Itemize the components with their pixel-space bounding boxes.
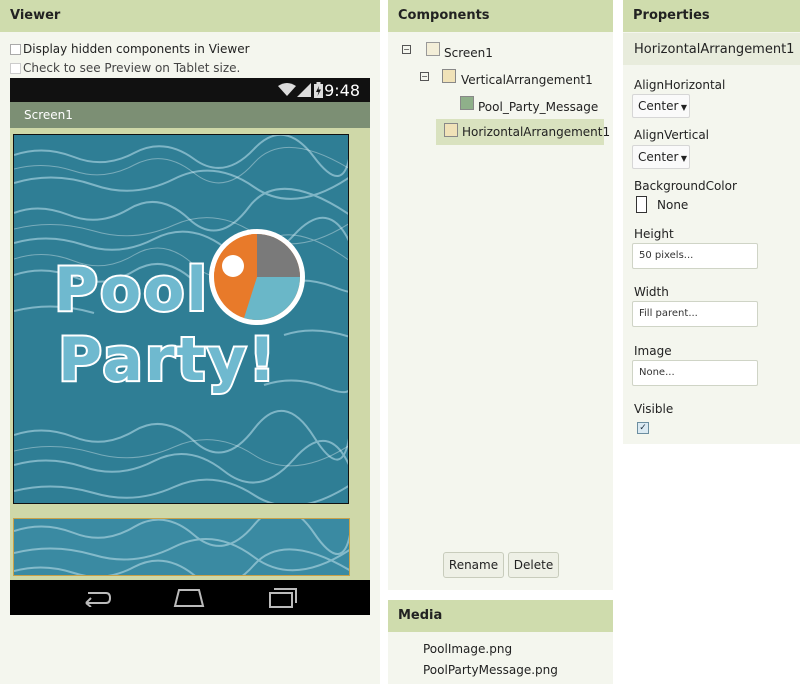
image-icon bbox=[460, 96, 474, 110]
battery-icon bbox=[314, 82, 323, 98]
hidden-components-checkbox[interactable] bbox=[10, 44, 21, 55]
align-horizontal-label: AlignHorizontal bbox=[634, 78, 726, 92]
screen-canvas: Pool Party! bbox=[10, 128, 370, 580]
recents-icon[interactable] bbox=[268, 587, 298, 609]
media-title: Media bbox=[388, 600, 613, 632]
media-file-pool-image[interactable]: PoolImage.png bbox=[423, 642, 512, 656]
properties-panel: Properties HorizontalArrangement1 AlignH… bbox=[623, 0, 800, 444]
screen-title-bar: Screen1 bbox=[10, 102, 370, 128]
horizontal-arrangement-icon bbox=[444, 123, 458, 137]
properties-title: Properties bbox=[623, 0, 800, 32]
image-label: Image bbox=[634, 344, 672, 358]
visible-checkbox[interactable]: ✓ bbox=[637, 422, 649, 434]
collapse-screen1-icon[interactable]: − bbox=[402, 45, 411, 54]
pool-party-text-line2: Party! bbox=[56, 323, 278, 397]
align-vertical-value: Center bbox=[638, 150, 679, 164]
height-label: Height bbox=[634, 227, 674, 241]
viewer-title: Viewer bbox=[0, 0, 380, 32]
width-field[interactable]: Fill parent... bbox=[632, 301, 758, 327]
media-file-pool-party-message[interactable]: PoolPartyMessage.png bbox=[423, 663, 558, 677]
tree-item-verticalarrangement1[interactable]: VerticalArrangement1 bbox=[461, 71, 593, 89]
hidden-components-label: Display hidden components in Viewer bbox=[23, 42, 250, 56]
align-vertical-label: AlignVertical bbox=[634, 128, 710, 142]
media-panel: Media PoolImage.png PoolPartyMessage.png bbox=[388, 600, 613, 684]
components-panel: Components − Screen1 − VerticalArrangeme… bbox=[388, 0, 613, 590]
status-bar: 9:48 bbox=[10, 78, 370, 102]
vertical-arrangement-icon bbox=[442, 69, 456, 83]
vertical-arrangement-preview[interactable]: Pool Party! bbox=[13, 134, 349, 504]
tree-item-pool-party-message[interactable]: Pool_Party_Message bbox=[478, 98, 598, 116]
align-horizontal-value: Center bbox=[638, 99, 679, 113]
phone-preview: 9:48 Screen1 Pool Party! bbox=[10, 78, 370, 615]
components-title: Components bbox=[388, 0, 613, 32]
pool-party-text-line1: Pool bbox=[52, 253, 209, 327]
wifi-icon bbox=[278, 83, 296, 96]
caret-down-icon: ▼ bbox=[678, 103, 688, 112]
home-icon[interactable] bbox=[173, 588, 205, 608]
pool-water-strip bbox=[14, 519, 349, 575]
back-icon[interactable] bbox=[82, 589, 112, 607]
height-field[interactable]: 50 pixels... bbox=[632, 243, 758, 269]
width-label: Width bbox=[634, 285, 669, 299]
visible-label: Visible bbox=[634, 402, 674, 416]
tree-item-screen1[interactable]: Screen1 bbox=[444, 44, 493, 62]
status-clock: 9:48 bbox=[324, 81, 360, 100]
tablet-preview-checkbox[interactable] bbox=[10, 63, 21, 74]
screen-icon bbox=[426, 42, 440, 56]
signal-icon bbox=[297, 83, 311, 97]
viewer-panel: Viewer Display hidden components in View… bbox=[0, 0, 380, 684]
tree-item-horizontalarrangement1[interactable]: HorizontalArrangement1 bbox=[462, 123, 610, 141]
align-vertical-dropdown[interactable]: Center ▼ bbox=[632, 145, 690, 169]
background-color-label: BackgroundColor bbox=[634, 179, 737, 193]
horizontal-arrangement-preview[interactable] bbox=[13, 518, 350, 576]
background-color-swatch[interactable] bbox=[636, 196, 647, 213]
tablet-preview-label: Check to see Preview on Tablet size. bbox=[23, 61, 241, 75]
collapse-vertical-arrangement-icon[interactable]: − bbox=[420, 72, 429, 81]
delete-button[interactable]: Delete bbox=[508, 552, 559, 578]
android-nav-bar bbox=[10, 580, 370, 615]
align-horizontal-dropdown[interactable]: Center ▼ bbox=[632, 94, 690, 118]
background-color-value[interactable]: None bbox=[657, 198, 688, 212]
image-field[interactable]: None... bbox=[632, 360, 758, 386]
caret-down-icon: ▼ bbox=[678, 154, 688, 163]
rename-button[interactable]: Rename bbox=[443, 552, 504, 578]
properties-component-name: HorizontalArrangement1 bbox=[634, 42, 795, 57]
